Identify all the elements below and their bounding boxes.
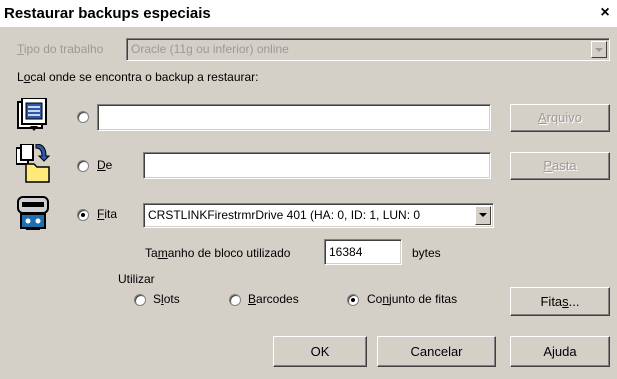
- close-button[interactable]: ×: [595, 3, 615, 23]
- folder-icon: [16, 144, 50, 183]
- file-path-input[interactable]: [97, 104, 491, 131]
- folder-path-input[interactable]: [143, 152, 491, 179]
- barcodes-radio[interactable]: [229, 294, 241, 306]
- block-size-input[interactable]: 16384: [324, 239, 402, 265]
- job-type-value: Oracle (11g ou inferior) online: [131, 42, 289, 56]
- tape-set-radio[interactable]: [347, 294, 359, 306]
- file-radio[interactable]: [77, 111, 89, 123]
- tape-set-radio-label: Conjunto de fitas: [367, 292, 458, 306]
- chevron-down-icon: [475, 206, 491, 225]
- cancel-button[interactable]: Cancelar: [377, 336, 496, 367]
- location-label: Local onde se encontra o backup a restau…: [17, 70, 259, 84]
- slots-radio[interactable]: [134, 294, 146, 306]
- block-size-unit: bytes: [412, 246, 441, 260]
- use-group-label: Utilizar: [118, 272, 155, 286]
- job-type-label: Tipo do trabalho: [17, 42, 104, 56]
- slots-radio-label: Slots: [153, 292, 180, 306]
- chevron-down-icon: [591, 41, 607, 58]
- folder-button[interactable]: Pasta: [510, 152, 610, 180]
- job-type-label-rest: ipo do trabalho: [23, 42, 104, 56]
- block-size-label: Tamanho de bloco utilizado: [145, 246, 291, 260]
- tape-radio-label: Fita: [97, 207, 118, 221]
- window-title: Restaurar backups especiais: [4, 5, 211, 22]
- file-icon: [17, 98, 47, 131]
- restore-special-backups-dialog: Restaurar backups especiais × Tipo do tr…: [0, 0, 617, 379]
- help-button[interactable]: Ajuda: [510, 336, 610, 367]
- file-button[interactable]: Arquivo: [510, 104, 610, 132]
- tape-radio[interactable]: [77, 209, 89, 221]
- barcodes-radio-label: Barcodes: [248, 292, 299, 306]
- ok-button[interactable]: OK: [273, 336, 367, 367]
- title-bar: Restaurar backups especiais ×: [0, 0, 617, 27]
- tape-drive-icon: [17, 196, 49, 230]
- folder-radio[interactable]: [77, 160, 89, 172]
- folder-radio-label: De: [97, 158, 113, 172]
- tape-drive-value: CRSTLINKFirestrmrDrive 401 (HA: 0, ID: 1…: [148, 208, 421, 222]
- tape-drive-dropdown[interactable]: CRSTLINKFirestrmrDrive 401 (HA: 0, ID: 1…: [143, 203, 494, 228]
- tapes-button[interactable]: Fitas...: [510, 287, 610, 316]
- job-type-dropdown[interactable]: Oracle (11g ou inferior) online: [126, 38, 610, 61]
